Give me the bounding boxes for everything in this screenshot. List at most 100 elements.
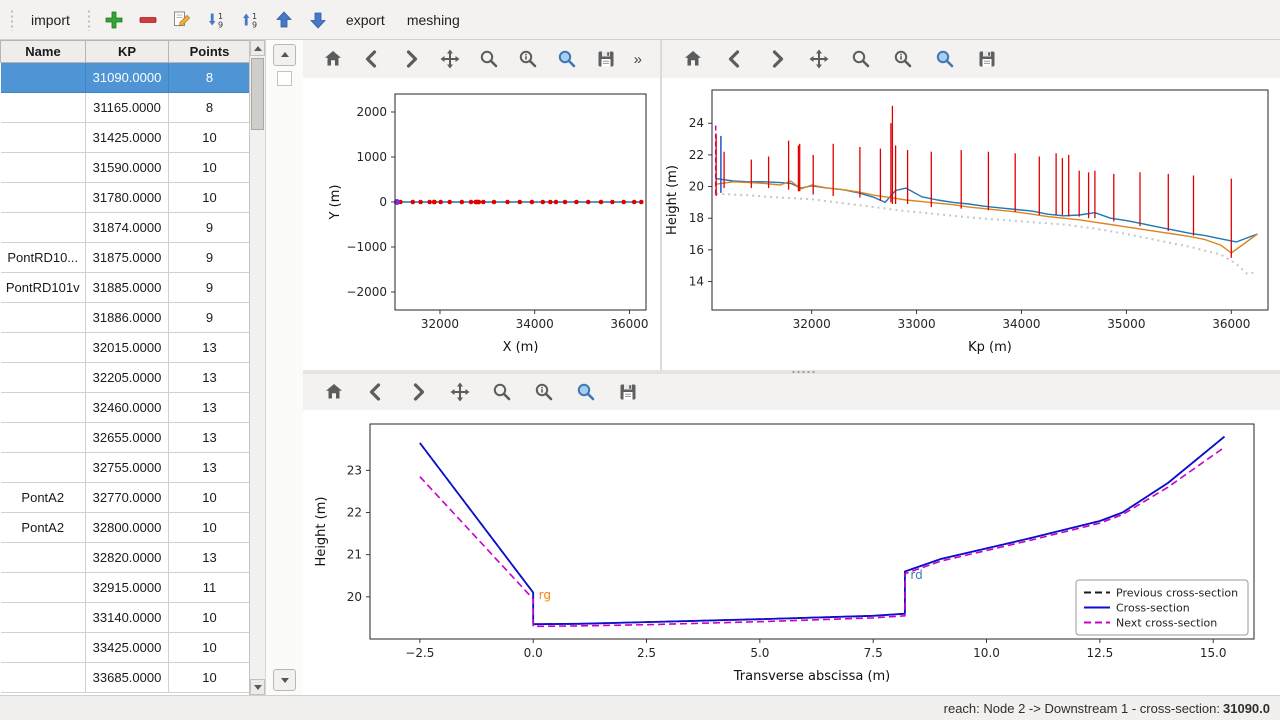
points-cell[interactable]: 13: [169, 393, 251, 423]
points-cell[interactable]: 10: [169, 183, 251, 213]
name-cell[interactable]: [1, 423, 86, 453]
table-row[interactable]: PontRD10...31875.00009: [1, 243, 251, 273]
back-button[interactable]: [718, 44, 752, 74]
points-cell[interactable]: 10: [169, 663, 251, 693]
points-cell[interactable]: 10: [169, 123, 251, 153]
zoom-info-button[interactable]: [512, 44, 543, 74]
table-row[interactable]: 32205.000013: [1, 363, 251, 393]
add-button[interactable]: [99, 5, 129, 35]
table-scrollbar[interactable]: [250, 40, 266, 695]
zoom-region-button[interactable]: [569, 377, 603, 407]
panel-scroll-up-button[interactable]: [273, 44, 296, 66]
pan-button[interactable]: [443, 377, 477, 407]
points-cell[interactable]: 9: [169, 213, 251, 243]
name-cell[interactable]: [1, 453, 86, 483]
points-cell[interactable]: 10: [169, 513, 251, 543]
table-row[interactable]: 33140.000010: [1, 603, 251, 633]
panel-scroll-down-button[interactable]: [273, 669, 296, 691]
home-button[interactable]: [317, 377, 351, 407]
zoom-region-button[interactable]: [928, 44, 962, 74]
zoom-button[interactable]: [844, 44, 878, 74]
kp-cell[interactable]: 32915.0000: [86, 573, 169, 603]
table-row[interactable]: 33425.000010: [1, 633, 251, 663]
zoom-button[interactable]: [473, 44, 504, 74]
name-cell[interactable]: PontA2: [1, 513, 86, 543]
kp-cell[interactable]: 31875.0000: [86, 243, 169, 273]
scrollbar-thumb[interactable]: [251, 58, 264, 130]
zoom-info-button[interactable]: [527, 377, 561, 407]
forward-button[interactable]: [760, 44, 794, 74]
forward-button[interactable]: [401, 377, 435, 407]
kp-cell[interactable]: 31590.0000: [86, 153, 169, 183]
save-button[interactable]: [591, 44, 622, 74]
table-row[interactable]: 31590.000010: [1, 153, 251, 183]
column-header-points[interactable]: Points: [169, 41, 251, 63]
meshing-button[interactable]: meshing: [398, 7, 469, 33]
name-cell[interactable]: PontA2: [1, 483, 86, 513]
cross-section-canvas[interactable]: rgrd−2.50.02.55.07.510.012.515.020212223…: [303, 410, 1280, 695]
toolbar-grip[interactable]: [86, 9, 92, 31]
toolbar-grip[interactable]: [9, 9, 15, 31]
points-cell[interactable]: 10: [169, 603, 251, 633]
kp-cell[interactable]: 32770.0000: [86, 483, 169, 513]
kp-cell[interactable]: 31874.0000: [86, 213, 169, 243]
column-header-kp[interactable]: KP: [86, 41, 169, 63]
points-cell[interactable]: 10: [169, 483, 251, 513]
points-cell[interactable]: 9: [169, 303, 251, 333]
points-cell[interactable]: 10: [169, 633, 251, 663]
points-cell[interactable]: 13: [169, 363, 251, 393]
points-cell[interactable]: 9: [169, 273, 251, 303]
move-down-button[interactable]: [303, 5, 333, 35]
table-row[interactable]: PontA232770.000010: [1, 483, 251, 513]
home-button[interactable]: [676, 44, 710, 74]
name-cell[interactable]: [1, 363, 86, 393]
table-row[interactable]: 32460.000013: [1, 393, 251, 423]
points-cell[interactable]: 11: [169, 573, 251, 603]
kp-cell[interactable]: 32460.0000: [86, 393, 169, 423]
kp-cell[interactable]: 31780.0000: [86, 183, 169, 213]
kp-cell[interactable]: 32820.0000: [86, 543, 169, 573]
zoom-region-button[interactable]: [551, 44, 582, 74]
longitudinal-profile-canvas[interactable]: 3200033000340003500036000141618202224Kp …: [662, 78, 1280, 370]
points-cell[interactable]: 13: [169, 423, 251, 453]
points-cell[interactable]: 13: [169, 333, 251, 363]
save-button[interactable]: [611, 377, 645, 407]
edit-button[interactable]: [167, 5, 197, 35]
table-row[interactable]: 31425.000010: [1, 123, 251, 153]
table-row[interactable]: 32015.000013: [1, 333, 251, 363]
table-row[interactable]: PontRD101v31885.00009: [1, 273, 251, 303]
column-header-name[interactable]: Name: [1, 41, 86, 63]
kp-cell[interactable]: 32015.0000: [86, 333, 169, 363]
name-cell[interactable]: [1, 663, 86, 693]
kp-cell[interactable]: 31165.0000: [86, 93, 169, 123]
forward-button[interactable]: [395, 44, 426, 74]
kp-cell[interactable]: 31425.0000: [86, 123, 169, 153]
points-cell[interactable]: 13: [169, 543, 251, 573]
kp-cell[interactable]: 31090.0000: [86, 63, 169, 93]
plan-view-canvas[interactable]: 320003400036000−2000−1000010002000X (m)Y…: [303, 78, 660, 370]
table-row[interactable]: 32915.000011: [1, 573, 251, 603]
sort-ascending-button[interactable]: 1 9: [235, 5, 265, 35]
export-button[interactable]: export: [337, 7, 394, 33]
name-cell[interactable]: [1, 213, 86, 243]
name-cell[interactable]: [1, 543, 86, 573]
kp-cell[interactable]: 32800.0000: [86, 513, 169, 543]
table-row[interactable]: 33685.000010: [1, 663, 251, 693]
panel-scroll-handle[interactable]: [277, 71, 292, 86]
kp-cell[interactable]: 33425.0000: [86, 633, 169, 663]
table-row[interactable]: 31886.00009: [1, 303, 251, 333]
kp-cell[interactable]: 33685.0000: [86, 663, 169, 693]
kp-cell[interactable]: 32205.0000: [86, 363, 169, 393]
pan-button[interactable]: [802, 44, 836, 74]
name-cell[interactable]: PontRD10...: [1, 243, 86, 273]
scroll-up-button[interactable]: [250, 40, 265, 56]
kp-cell[interactable]: 32755.0000: [86, 453, 169, 483]
points-cell[interactable]: 9: [169, 243, 251, 273]
import-button[interactable]: import: [22, 7, 79, 33]
scroll-down-button[interactable]: [250, 679, 265, 695]
table-row[interactable]: 31780.000010: [1, 183, 251, 213]
toolbar-overflow-button[interactable]: »: [630, 51, 646, 68]
points-cell[interactable]: 8: [169, 63, 251, 93]
table-row[interactable]: 31165.00008: [1, 93, 251, 123]
name-cell[interactable]: [1, 93, 86, 123]
